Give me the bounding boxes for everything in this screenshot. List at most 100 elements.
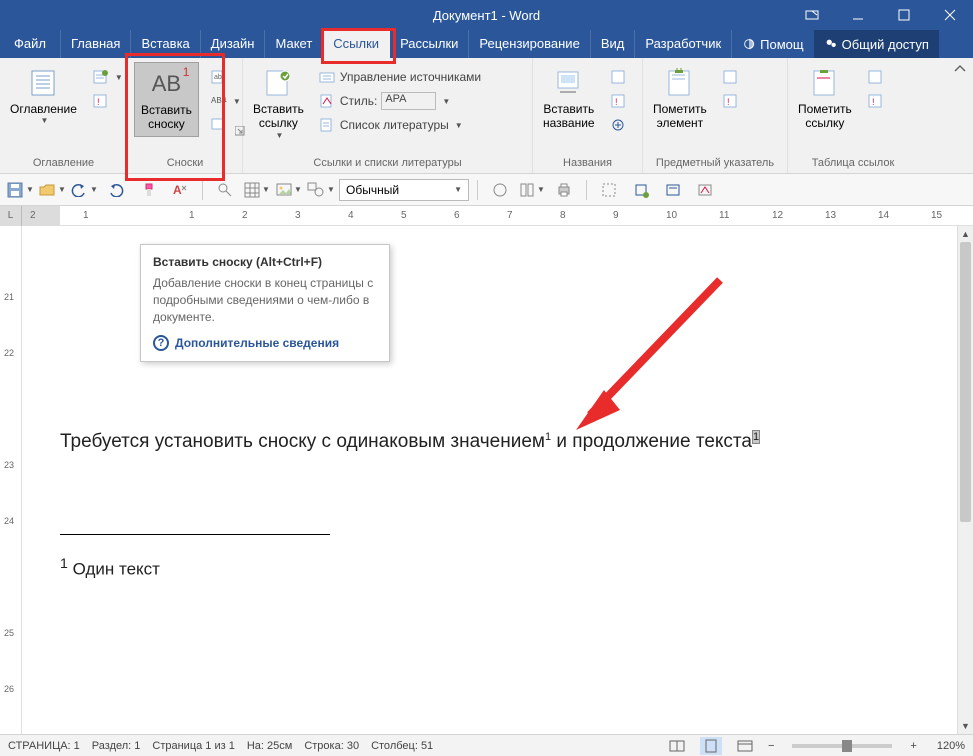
status-page-of[interactable]: Страница 1 из 1 bbox=[152, 740, 234, 752]
horizontal-ruler[interactable]: L 21123456789101112131415 bbox=[0, 206, 973, 226]
footnote-separator bbox=[60, 534, 330, 535]
update-tof-button[interactable]: ! bbox=[605, 90, 631, 112]
insert-caption-button[interactable]: Вставить название bbox=[539, 62, 599, 131]
scroll-down-button[interactable]: ▼ bbox=[958, 718, 973, 734]
title-bar: Документ1 - Word bbox=[0, 0, 973, 30]
caption-label: Вставить название bbox=[543, 102, 595, 131]
tab-layout[interactable]: Макет bbox=[265, 30, 323, 58]
screentip-title: Вставить сноску (Alt+Ctrl+F) bbox=[153, 255, 377, 269]
scroll-button[interactable] bbox=[627, 177, 655, 203]
footnote-ref-2[interactable]: 1 bbox=[752, 430, 760, 444]
insert-citation-label: Вставить ссылку bbox=[253, 102, 304, 131]
scroll-up-button[interactable]: ▲ bbox=[958, 226, 973, 242]
update-toa-button[interactable]: ! bbox=[862, 90, 888, 112]
close-button[interactable] bbox=[927, 0, 973, 30]
table-button[interactable]: ▼ bbox=[243, 177, 271, 203]
style-combo[interactable]: Обычный▼ bbox=[339, 179, 469, 201]
insert-citation-icon bbox=[261, 66, 295, 100]
quick-access-toolbar: ▼ ▼ ▼ A ▼ ▼ ▼ Обычный▼ ▼ bbox=[0, 174, 973, 206]
show-notes-icon bbox=[209, 116, 227, 134]
document-text[interactable]: Требуется установить сноску с одинаковым… bbox=[60, 430, 760, 453]
picture-button[interactable]: ▼ bbox=[275, 177, 303, 203]
collapse-ribbon-button[interactable] bbox=[953, 62, 967, 81]
undo-button[interactable]: ▼ bbox=[70, 177, 98, 203]
status-page[interactable]: СТРАНИЦА: 1 bbox=[8, 740, 80, 752]
cross-reference-button[interactable] bbox=[605, 114, 631, 136]
tab-developer[interactable]: Разработчик bbox=[635, 30, 732, 58]
shapes-button[interactable]: ▼ bbox=[307, 177, 335, 203]
tell-me[interactable]: Помощ bbox=[732, 30, 813, 58]
tab-review[interactable]: Рецензирование bbox=[469, 30, 590, 58]
mark-citation-label: Пометить ссылку bbox=[798, 102, 852, 131]
toc-button[interactable]: Оглавление ▼ bbox=[6, 62, 81, 126]
more-button[interactable] bbox=[659, 177, 687, 203]
captions-group-label: Названия bbox=[539, 155, 636, 173]
open-button[interactable]: ▼ bbox=[38, 177, 66, 203]
zoom-out-button[interactable]: − bbox=[768, 740, 774, 752]
mark-entry-icon bbox=[663, 66, 697, 100]
insert-tof-button[interactable] bbox=[605, 66, 631, 88]
zoom-in-button[interactable]: + bbox=[910, 740, 916, 752]
tab-insert[interactable]: Вставка bbox=[131, 30, 200, 58]
tell-me-label: Помощ bbox=[760, 37, 803, 52]
tab-file[interactable]: Файл bbox=[0, 30, 61, 58]
mark-citation-icon bbox=[808, 66, 842, 100]
footnote-text[interactable]: 1 Один текст bbox=[60, 556, 160, 580]
screentip: Вставить сноску (Alt+Ctrl+F) Добавление … bbox=[140, 244, 390, 362]
svg-text:AB: AB bbox=[211, 96, 222, 105]
ribbon-display-options-icon[interactable] bbox=[789, 0, 835, 30]
read-mode-button[interactable] bbox=[666, 737, 688, 755]
insert-footnote-icon: AB1 bbox=[149, 67, 183, 101]
zoom-button[interactable] bbox=[211, 177, 239, 203]
tab-home[interactable]: Главная bbox=[61, 30, 131, 58]
svg-text:A: A bbox=[173, 183, 182, 197]
status-at[interactable]: На: 25см bbox=[247, 740, 292, 752]
web-layout-button[interactable] bbox=[734, 737, 756, 755]
more-button-2[interactable] bbox=[691, 177, 719, 203]
svg-text:!: ! bbox=[615, 97, 618, 107]
screentip-more-link[interactable]: ? Дополнительные сведения bbox=[153, 335, 377, 351]
scrollbar-thumb[interactable] bbox=[960, 242, 971, 522]
manage-sources-button[interactable]: Управление источниками bbox=[314, 66, 485, 88]
tab-references[interactable]: Ссылки bbox=[323, 30, 390, 58]
insert-citation-button[interactable]: Вставить ссылку ▼ bbox=[249, 62, 308, 140]
update-toc-button[interactable]: ! bbox=[87, 90, 127, 112]
redo-button[interactable] bbox=[102, 177, 130, 203]
status-line[interactable]: Строка: 30 bbox=[304, 740, 359, 752]
tab-view[interactable]: Вид bbox=[591, 30, 636, 58]
clear-format-button[interactable]: A bbox=[166, 177, 194, 203]
print-layout-button[interactable] bbox=[700, 737, 722, 755]
zoom-slider[interactable] bbox=[792, 744, 892, 748]
print-button[interactable] bbox=[550, 177, 578, 203]
format-painter-button[interactable] bbox=[134, 177, 162, 203]
minimize-button[interactable] bbox=[835, 0, 881, 30]
tab-design[interactable]: Дизайн bbox=[201, 30, 266, 58]
update-index-button[interactable]: ! bbox=[717, 90, 743, 112]
share-button[interactable]: Общий доступ bbox=[814, 30, 939, 58]
select-button[interactable] bbox=[595, 177, 623, 203]
next-footnote-icon: AB1 bbox=[209, 92, 227, 110]
status-col[interactable]: Столбец: 51 bbox=[371, 740, 433, 752]
tab-mailings[interactable]: Рассылки bbox=[390, 30, 469, 58]
mark-entry-button[interactable]: Пометить элемент bbox=[649, 62, 711, 131]
save-button[interactable]: ▼ bbox=[6, 177, 34, 203]
layout-button[interactable]: ▼ bbox=[518, 177, 546, 203]
document-title: Документ1 - Word bbox=[433, 8, 540, 23]
insert-footnote-button[interactable]: AB1 Вставить сноску bbox=[134, 62, 199, 137]
bibliography-button[interactable]: Список литературы▼ bbox=[314, 114, 485, 136]
zoom-level[interactable]: 120% bbox=[937, 740, 965, 752]
add-text-button[interactable]: ▼ bbox=[87, 66, 127, 88]
toa-group-label: Таблица ссылок bbox=[794, 155, 912, 173]
citation-style-row[interactable]: Стиль: APA▼ bbox=[314, 90, 485, 112]
mark-citation-button[interactable]: Пометить ссылку bbox=[794, 62, 856, 131]
status-section[interactable]: Раздел: 1 bbox=[92, 740, 141, 752]
vertical-ruler[interactable]: 212223242526 bbox=[0, 226, 22, 734]
insert-toa-button[interactable] bbox=[862, 66, 888, 88]
maximize-button[interactable] bbox=[881, 0, 927, 30]
insert-index-button[interactable] bbox=[717, 66, 743, 88]
vertical-scrollbar[interactable]: ▲ ▼ bbox=[957, 226, 973, 734]
update-toc-icon: ! bbox=[91, 92, 109, 110]
footnotes-dialog-launcher[interactable] bbox=[233, 60, 247, 150]
style-select[interactable]: APA bbox=[381, 92, 436, 110]
toggle-button[interactable] bbox=[486, 177, 514, 203]
